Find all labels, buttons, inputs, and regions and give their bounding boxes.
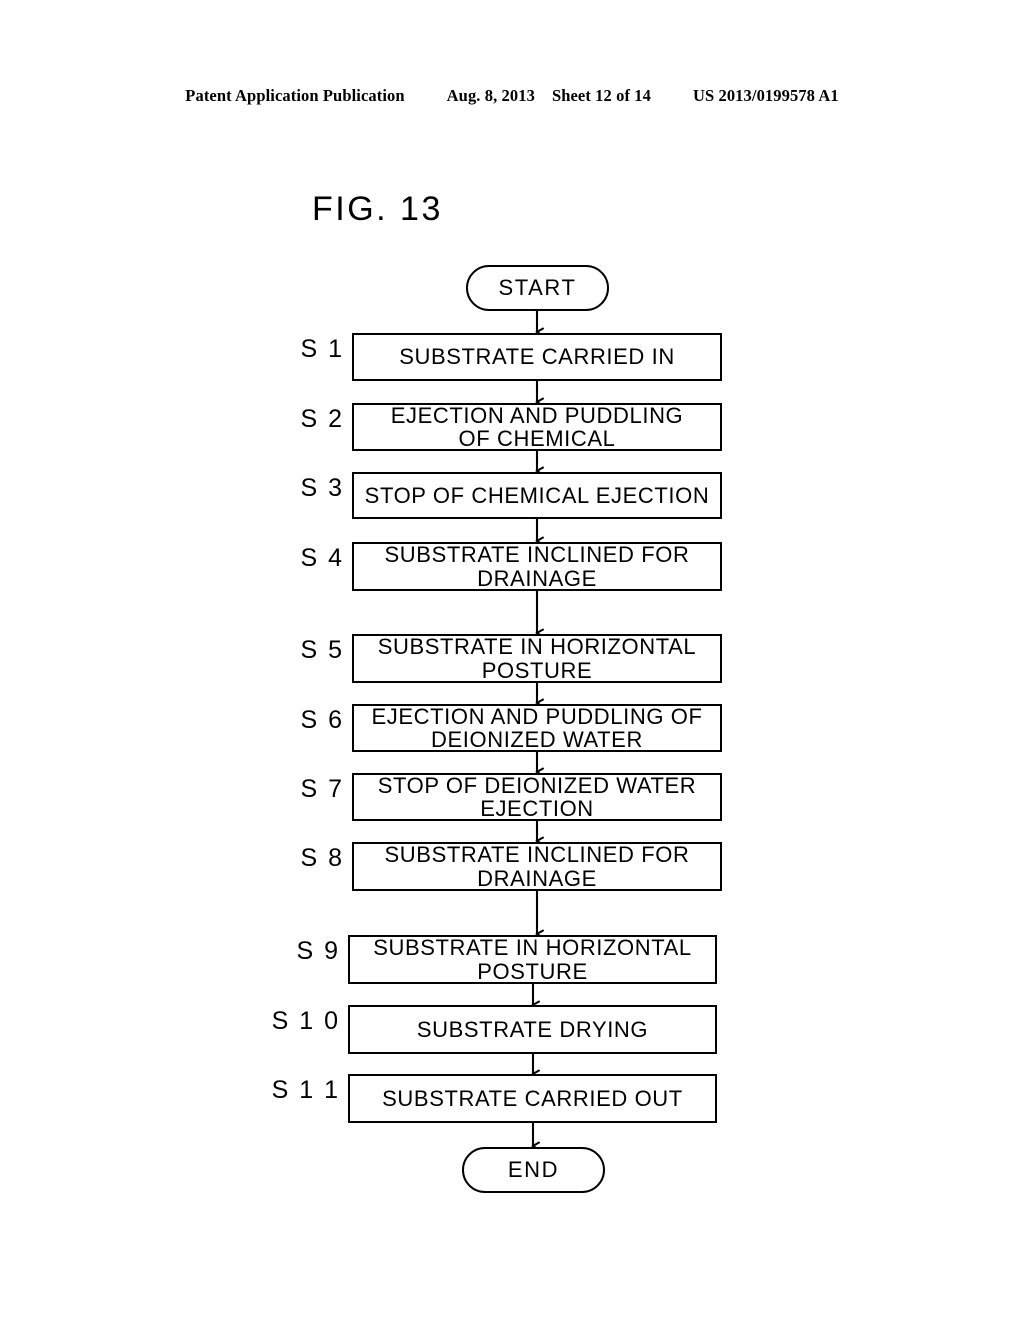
flow-node-s7[interactable]: STOP OF DEIONIZED WATER EJECTION xyxy=(352,773,722,821)
flow-node-s2-label: EJECTION AND PUDDLING OF CHEMICAL xyxy=(390,402,684,451)
flow-node-s1-label: SUBSTRATE CARRIED IN xyxy=(399,344,675,370)
flow-node-s1[interactable]: SUBSTRATE CARRIED IN xyxy=(352,333,722,381)
step-label-s11: S 1 1 xyxy=(271,1076,340,1104)
flow-node-s5[interactable]: SUBSTRATE IN HORIZONTAL POSTURE xyxy=(352,634,722,683)
flow-node-s8[interactable]: SUBSTRATE INCLINED FOR DRAINAGE xyxy=(352,842,722,891)
flow-node-s3-label: STOP OF CHEMICAL EJECTION xyxy=(364,482,710,508)
flow-node-s9-label: SUBSTRATE IN HORIZONTAL POSTURE xyxy=(373,935,692,984)
flow-node-s10-label: SUBSTRATE DRYING xyxy=(416,1016,649,1042)
step-label-s4: S 4 xyxy=(300,544,344,572)
flow-node-end-label: END xyxy=(507,1157,560,1182)
step-label-s5: S 5 xyxy=(300,636,344,664)
step-label-s6: S 6 xyxy=(300,706,344,734)
step-label-s10: S 1 0 xyxy=(271,1007,340,1035)
flow-node-s6[interactable]: EJECTION AND PUDDLING OF DEIONIZED WATER xyxy=(352,704,722,752)
flow-node-s11-label: SUBSTRATE CARRIED OUT xyxy=(382,1085,683,1111)
step-label-s8: S 8 xyxy=(300,844,344,872)
flow-node-s4-label: SUBSTRATE INCLINED FOR DRAINAGE xyxy=(384,542,690,591)
step-label-s3: S 3 xyxy=(300,474,344,502)
flow-node-s4[interactable]: SUBSTRATE INCLINED FOR DRAINAGE xyxy=(352,542,722,591)
flow-node-s2[interactable]: EJECTION AND PUDDLING OF CHEMICAL xyxy=(352,403,722,451)
step-label-s9: S 9 xyxy=(296,937,340,965)
step-label-s7: S 7 xyxy=(300,775,344,803)
flow-node-s11[interactable]: SUBSTRATE CARRIED OUT xyxy=(348,1074,717,1123)
flow-node-s8-label: SUBSTRATE INCLINED FOR DRAINAGE xyxy=(384,842,690,891)
step-label-s2: S 2 xyxy=(300,405,344,433)
flow-node-s3[interactable]: STOP OF CHEMICAL EJECTION xyxy=(352,472,722,519)
flow-node-start[interactable]: START xyxy=(466,265,609,311)
flow-node-s10[interactable]: SUBSTRATE DRYING xyxy=(348,1005,717,1054)
flow-node-start-label: START xyxy=(498,275,577,300)
flow-node-s7-label: STOP OF DEIONIZED WATER EJECTION xyxy=(377,772,697,821)
flowchart-diagram: START S 1 SUBSTRATE CARRIED IN S 2 EJECT… xyxy=(0,0,1024,1320)
flow-node-s9[interactable]: SUBSTRATE IN HORIZONTAL POSTURE xyxy=(348,935,717,984)
flow-node-end[interactable]: END xyxy=(462,1147,605,1193)
flow-node-s6-label: EJECTION AND PUDDLING OF DEIONIZED WATER xyxy=(371,703,703,752)
flow-node-s5-label: SUBSTRATE IN HORIZONTAL POSTURE xyxy=(377,634,697,683)
step-label-s1: S 1 xyxy=(300,335,344,363)
